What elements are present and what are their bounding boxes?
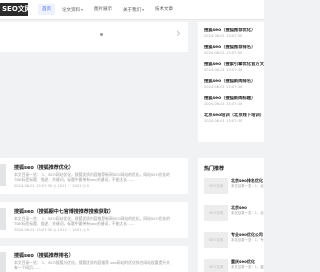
list-item[interactable]: SEO文网 重庆seo优化 本文目录一览：1、重庆 [198, 255, 264, 272]
list-item[interactable]: 搜狐seo（搜索引擎优化官方文档） 2024-06-01 13:07:30 [204, 62, 264, 73]
nav-articles[interactable]: 技术文章 [151, 4, 177, 15]
hot-recommendations: 热门推荐 SEO文网 北京seo排名优化 本文目录一览：1、北京seo优化 SE… [198, 158, 264, 272]
post-meta: 2024-06-01 13:07:30 ◎ 1011 ♡ 1001 ◷ 0 [14, 228, 90, 232]
list-item[interactable]: SEO文网 专业seo优化公司 本文目录一览：1、专业seo优化 [198, 228, 264, 258]
hero-carousel: › [0, 22, 188, 52]
excerpt-line: TDK标签标题、描述、关键词，标题中要带有seo关键词，不能太长…… [14, 177, 135, 183]
chevron-down-icon: ▾ [81, 7, 84, 12]
thumbnail-image[interactable]: SEO文网 [204, 178, 228, 194]
post-thumbnail[interactable] [0, 208, 6, 230]
site-logo[interactable]: SEO文网 [0, 3, 28, 16]
main-nav: 首页 论文资料▾ 图片展示 关于我们▾ 技术文章 [38, 4, 177, 15]
post-excerpt: 本文目录一览： 1、SEO网站优化，搜狐优质内容推荐新闻SEO网站的优化，网站S… [14, 216, 182, 227]
item-excerpt: 本文目录一览：1、北京seo培训 [231, 211, 264, 215]
item-excerpt: 本文目录一览：1、北京seo优化 [231, 184, 264, 188]
post-title[interactable]: 搜狐seo（搜狐橱中七官博搜推荐搜索获取） [14, 208, 114, 215]
thumbnail-image[interactable]: SEO文网 [204, 205, 228, 221]
nav-home[interactable]: 首页 [38, 4, 55, 15]
nav-label: 技术文章 [155, 7, 174, 12]
article-date: 2024-06-01 13:07:30 [204, 68, 243, 72]
post-excerpt: 本文目录一览： 1、SEO网站优化，搜狐优质内容推荐新闻SEO网站的优化，网站S… [14, 172, 182, 183]
list-item[interactable]: 搜狐seo（搜狐推荐优化） 2024-06-01 13:07:30 [204, 28, 264, 39]
list-item[interactable]: SEO文网 北京seo 本文目录一览：1、北京seo培训 [198, 201, 264, 231]
item-excerpt: 本文目录一览：1、重庆 [231, 265, 264, 269]
post-excerpt: 本文目录一览： 1、SEO搜狐与优化，搜狐优质内容推荐 seo网站的优化排名网站… [14, 260, 182, 271]
list-item[interactable]: 搜狐seo（搜狐新闻标题） 2024-06-01 13:07:30 [204, 96, 264, 107]
thumbnail-image[interactable]: SEO文网 [204, 259, 228, 272]
excerpt-line: TDK标签标题、描述、关键词，标题中要带有seo关键词，不能太长…… [14, 221, 135, 227]
latest-articles-list: 搜狐seo（搜狐推荐优化） 2024-06-01 13:07:30 搜狐seo（… [198, 22, 264, 142]
post-title[interactable]: 搜狐seo（搜狐推荐排名） [14, 252, 74, 259]
nav-papers[interactable]: 论文资料▾ [58, 4, 87, 15]
nav-label: 首页 [42, 7, 51, 12]
article-date: 2024-06-01 13:07:30 [204, 102, 243, 106]
article-date: 2024-06-01 13:07:30 [204, 34, 243, 38]
list-item[interactable]: 搜狐seo（搜狐推荐排名） 2024-06-01 13:07:30 [204, 45, 264, 56]
chevron-down-icon: ▾ [142, 7, 145, 12]
item-excerpt: 本文目录一览：1、专业seo优化 [231, 238, 264, 242]
nav-label: 关于我们 [123, 8, 142, 13]
nav-label: 图片展示 [94, 7, 113, 12]
thumbnail-image[interactable]: SEO文网 [204, 232, 228, 248]
list-item[interactable]: 搜狐seo（搜狐新闻排名） 2024-06-01 13:07:30 [204, 79, 264, 90]
nav-gallery[interactable]: 图片展示 [90, 4, 116, 15]
section-heading: 热门推荐 [204, 166, 225, 172]
post-card[interactable]: 搜狐seo（搜狐橱中七官博搜推荐搜索获取） 本文目录一览： 1、SEO网站优化，… [0, 202, 188, 238]
excerpt-line: 有一个网页…… [14, 265, 41, 271]
article-date: 2024-06-01 13:07:30 [204, 51, 243, 55]
post-card[interactable]: 搜狐seo（搜狐推荐优化） 本文目录一览： 1、SEO网站优化，搜狐优质内容推荐… [0, 158, 188, 194]
article-date: 2024-06-01 13:07:30 [204, 119, 243, 123]
post-meta: 2024-06-01 13:07:30 ◎ 1011 ♡ 1001 ◷ 0 [14, 184, 90, 188]
post-thumbnail[interactable] [0, 252, 6, 272]
list-item[interactable]: SEO文网 北京seo排名优化 本文目录一览：1、北京seo优化 [198, 174, 264, 204]
carousel-indicator[interactable] [100, 33, 103, 36]
post-title[interactable]: 搜狐seo（搜狐推荐优化） [14, 164, 74, 171]
chevron-right-icon[interactable]: › [176, 27, 181, 39]
list-item[interactable]: 北京seo培训（北京线下培训） 2024-06-01 13:07:30 [204, 113, 264, 124]
article-date: 2024-06-01 13:07:30 [204, 85, 243, 89]
nav-label: 论文资料 [62, 8, 80, 13]
nav-about[interactable]: 关于我们▾ [119, 4, 148, 15]
post-thumbnail[interactable] [0, 164, 6, 186]
top-header: SEO文网 首页 论文资料▾ 图片展示 关于我们▾ 技术文章 [0, 0, 264, 20]
post-card[interactable]: 搜狐seo（搜狐推荐排名） 本文目录一览： 1、SEO搜狐与优化，搜狐优质内容推… [0, 246, 188, 272]
